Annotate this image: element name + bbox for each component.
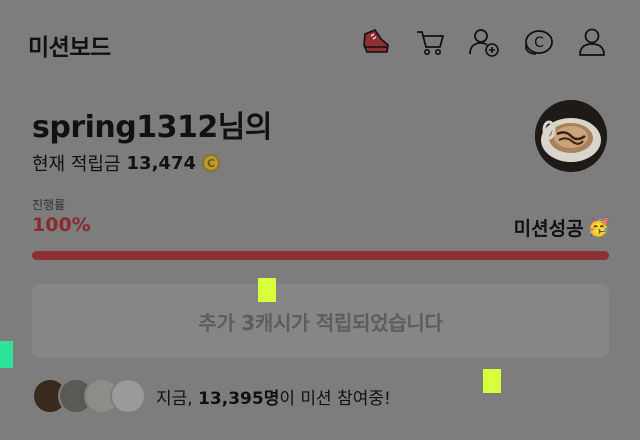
balance-value: 13,474 xyxy=(126,152,196,174)
reward-message: 추가 3캐시가 적립되었습니다 xyxy=(198,310,443,335)
header: 미션보드 C xyxy=(0,0,640,88)
mission-status: 미션성공 🥳 xyxy=(514,214,610,241)
progress-bar-fill xyxy=(32,251,609,260)
username: spring1312님의 xyxy=(32,110,272,145)
mission-status-text: 미션성공 xyxy=(513,218,584,240)
reward-message-box: 추가 3캐시가 적립되었습니다 xyxy=(32,284,609,358)
marker-yellow xyxy=(483,369,501,393)
profile-icon[interactable] xyxy=(574,24,610,60)
party-icon: 🥳 xyxy=(587,217,610,238)
svg-text:C: C xyxy=(534,35,544,51)
marker-green xyxy=(0,341,13,368)
balance-label: 현재 적립금 xyxy=(32,154,121,175)
progress-percent: 100% xyxy=(32,214,91,236)
participants-text: 지금, 13,395명이 미션 참여중! xyxy=(156,384,391,409)
participants-count: 13,395명 xyxy=(198,388,280,409)
user-block: spring1312님의 현재 적립금 13,474 C xyxy=(32,102,272,176)
marker-yellow xyxy=(258,278,276,302)
participants-suffix: 이 미션 참여중! xyxy=(279,388,391,409)
progress-label: 진행률 xyxy=(32,198,66,212)
balance-line: 현재 적립금 13,474 C xyxy=(32,150,272,176)
cart-icon[interactable] xyxy=(412,24,448,60)
header-icons: C xyxy=(358,24,610,60)
page-title: 미션보드 xyxy=(28,35,111,61)
avatar[interactable] xyxy=(535,100,607,172)
coffee-image xyxy=(535,100,607,172)
participant-avatar xyxy=(110,378,146,414)
participants-prefix: 지금, xyxy=(156,388,199,409)
progress-bar xyxy=(32,251,609,260)
participants-row: 지금, 13,395명이 미션 참여중! xyxy=(32,378,391,414)
add-friend-icon[interactable] xyxy=(466,24,502,60)
coin-icon: C xyxy=(202,154,220,172)
cash-coin-icon[interactable]: C xyxy=(520,24,556,60)
sneaker-icon[interactable] xyxy=(358,24,394,60)
